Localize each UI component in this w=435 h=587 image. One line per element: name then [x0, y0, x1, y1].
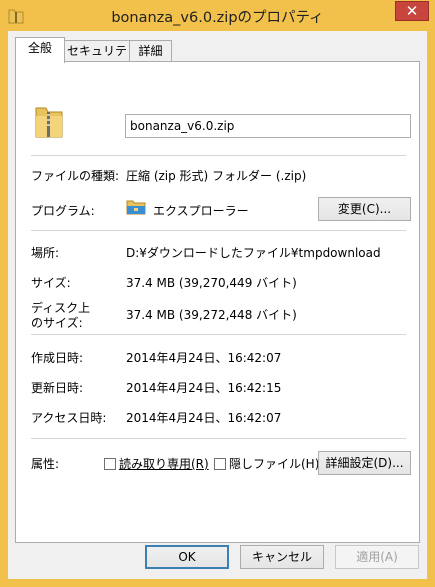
- tab-general[interactable]: 全般: [15, 37, 65, 63]
- divider: [31, 155, 406, 156]
- size-value: 37.4 MB (39,270,449 バイト): [126, 276, 297, 290]
- advanced-button[interactable]: 詳細設定(D)...: [318, 451, 411, 475]
- general-panel: bonanza_v6.0.zip ファイルの種類: 圧縮 (zip 形式) フォ…: [15, 61, 420, 543]
- divider: [31, 230, 406, 231]
- ok-button[interactable]: OK: [145, 545, 229, 569]
- size-on-disk-label: のサイズ:: [31, 316, 83, 330]
- change-program-button[interactable]: 変更(C)...: [318, 197, 411, 221]
- attributes-label: 属性:: [31, 457, 60, 471]
- file-type-value: 圧縮 (zip 形式) フォルダー (.zip): [126, 169, 307, 183]
- file-type-label: ファイルの種類:: [31, 169, 120, 183]
- accessed-label: アクセス日時:: [31, 411, 107, 425]
- program-label: プログラム:: [31, 204, 95, 218]
- zip-folder-icon: [35, 107, 63, 138]
- readonly-checkbox[interactable]: [104, 458, 116, 470]
- created-label: 作成日時:: [31, 351, 84, 365]
- tab-security[interactable]: セキュリティ: [64, 40, 130, 78]
- file-name-field[interactable]: bonanza_v6.0.zip: [125, 114, 411, 138]
- tab-details[interactable]: 詳細: [129, 40, 172, 62]
- divider: [31, 438, 406, 439]
- divider: [31, 334, 406, 335]
- program-value: エクスプローラー: [153, 204, 249, 218]
- created-value: 2014年4月24日、16:42:07: [126, 351, 282, 365]
- location-label: 場所:: [31, 246, 60, 260]
- properties-window: bonanza_v6.0.zipのプロパティ ✕ 全般 セキュリティ 詳細 bo…: [0, 0, 435, 587]
- close-button[interactable]: ✕: [395, 1, 429, 21]
- accessed-value: 2014年4月24日、16:42:07: [126, 411, 282, 425]
- modified-label: 更新日時:: [31, 381, 84, 395]
- cancel-button[interactable]: キャンセル: [240, 545, 324, 569]
- hidden-label[interactable]: 隠しファイル(H): [229, 455, 319, 472]
- window-title: bonanza_v6.0.zipのプロパティ: [111, 10, 324, 26]
- size-label: サイズ:: [31, 276, 71, 290]
- location-value: D:¥ダウンロードしたファイル¥tmpdownload: [126, 246, 381, 260]
- title-bar[interactable]: bonanza_v6.0.zipのプロパティ ✕: [0, 0, 435, 33]
- dialog-client: 全般 セキュリティ 詳細 bonanza_v6.0.zip ファイルの種類: 圧…: [8, 31, 427, 579]
- modified-value: 2014年4月24日、16:42:15: [126, 381, 282, 395]
- readonly-label[interactable]: 読み取り専用(R): [119, 455, 209, 472]
- apply-button[interactable]: 適用(A): [335, 545, 419, 569]
- hidden-checkbox[interactable]: [214, 458, 226, 470]
- size-on-disk-value: 37.4 MB (39,272,448 バイト): [126, 308, 297, 322]
- file-explorer-icon: [126, 200, 146, 215]
